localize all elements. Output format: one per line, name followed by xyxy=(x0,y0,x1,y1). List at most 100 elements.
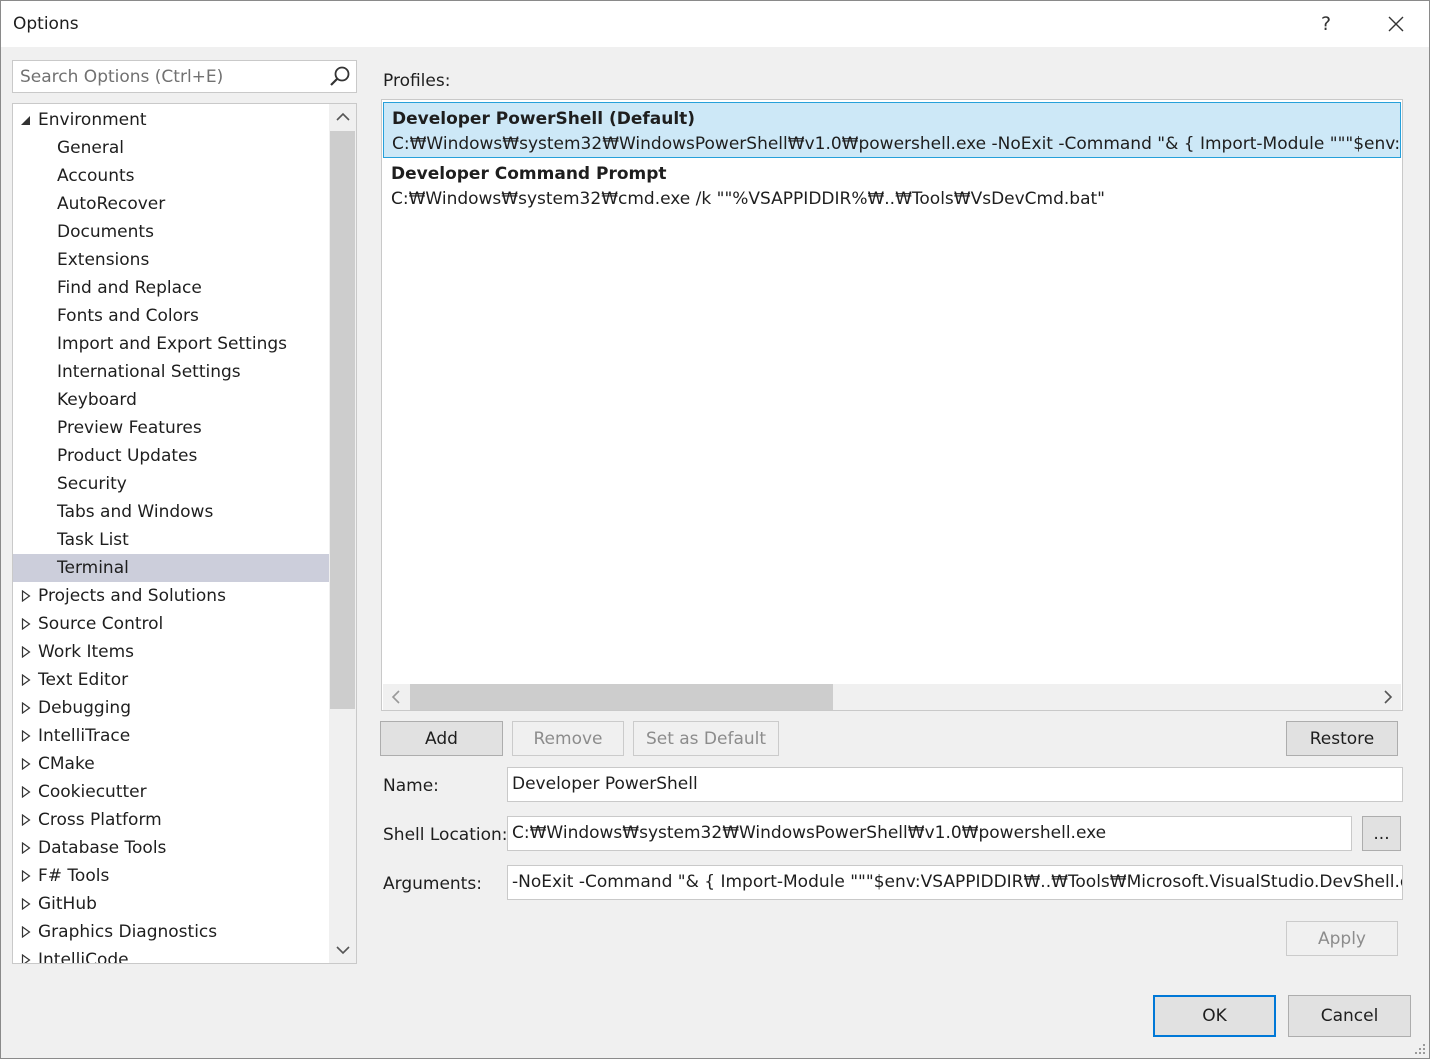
tree-item-graphics-diagnostics[interactable]: Graphics Diagnostics xyxy=(13,918,329,946)
tree-item-environment[interactable]: Environment xyxy=(13,106,329,134)
collapsed-triangle-icon[interactable] xyxy=(21,702,31,714)
profile-name: Developer Command Prompt xyxy=(391,164,667,184)
tree-item-autorecover[interactable]: AutoRecover xyxy=(13,190,329,218)
collapsed-triangle-icon[interactable] xyxy=(21,814,31,826)
tree-item-task-list[interactable]: Task List xyxy=(13,526,329,554)
tree-item-f-tools[interactable]: F# Tools xyxy=(13,862,329,890)
collapsed-triangle-icon[interactable] xyxy=(21,758,31,770)
chevron-right-icon xyxy=(1384,690,1393,704)
tree-item-projects-and-solutions[interactable]: Projects and Solutions xyxy=(13,582,329,610)
arguments-label: Arguments: xyxy=(383,874,482,894)
tree-item-extensions[interactable]: Extensions xyxy=(13,246,329,274)
name-field[interactable]: Developer PowerShell xyxy=(507,767,1403,802)
collapsed-triangle-icon[interactable] xyxy=(21,590,31,602)
expanded-triangle-icon[interactable] xyxy=(21,114,31,126)
window-title: Options xyxy=(13,14,79,34)
tree-item-label: Find and Replace xyxy=(57,278,202,298)
remove-button[interactable]: Remove xyxy=(512,721,624,756)
scroll-down-button[interactable] xyxy=(329,937,356,963)
tree-item-terminal[interactable]: Terminal xyxy=(13,554,329,582)
tree-item-github[interactable]: GitHub xyxy=(13,890,329,918)
profiles-horizontal-scrollbar[interactable] xyxy=(383,684,1401,710)
tree-item-label: Preview Features xyxy=(57,418,202,438)
tree-item-keyboard[interactable]: Keyboard xyxy=(13,386,329,414)
tree-item-cross-platform[interactable]: Cross Platform xyxy=(13,806,329,834)
apply-button[interactable]: Apply xyxy=(1286,921,1398,956)
collapsed-triangle-icon[interactable] xyxy=(21,674,31,686)
scroll-left-button[interactable] xyxy=(383,684,409,710)
collapsed-triangle-icon[interactable] xyxy=(21,954,31,964)
tree-item-text-editor[interactable]: Text Editor xyxy=(13,666,329,694)
profile-command: C:₩Windows₩system32₩WindowsPowerShell₩v1… xyxy=(392,134,1401,154)
chevron-down-icon xyxy=(335,946,350,955)
tree-item-cmake[interactable]: CMake xyxy=(13,750,329,778)
tree-item-label: Product Updates xyxy=(57,446,198,466)
scroll-right-button[interactable] xyxy=(1375,684,1401,710)
tree-item-label: Graphics Diagnostics xyxy=(38,922,218,942)
collapsed-triangle-icon[interactable] xyxy=(21,730,31,742)
collapsed-triangle-icon[interactable] xyxy=(21,842,31,854)
collapsed-triangle-icon[interactable] xyxy=(21,898,31,910)
set-as-default-button[interactable]: Set as Default xyxy=(633,721,779,756)
tree-item-label: F# Tools xyxy=(38,866,110,886)
tree-item-international-settings[interactable]: International Settings xyxy=(13,358,329,386)
profile-item-developer-command-prompt[interactable]: Developer Command Prompt C:₩Windows₩syst… xyxy=(383,158,1401,214)
tree-item-find-and-replace[interactable]: Find and Replace xyxy=(13,274,329,302)
profile-item-developer-powershell[interactable]: Developer PowerShell (Default) C:₩Window… xyxy=(383,102,1401,158)
search-box[interactable] xyxy=(12,60,357,93)
arguments-field[interactable]: -NoExit -Command "& { Import-Module """$… xyxy=(507,865,1403,900)
search-input[interactable] xyxy=(13,61,323,92)
collapsed-triangle-icon[interactable] xyxy=(21,870,31,882)
shell-location-field[interactable]: C:₩Windows₩system32₩WindowsPowerShell₩v1… xyxy=(507,816,1352,851)
tree-item-preview-features[interactable]: Preview Features xyxy=(13,414,329,442)
tree-vertical-scrollbar[interactable] xyxy=(329,104,356,963)
profiles-scroll-thumb[interactable] xyxy=(410,684,833,710)
tree-item-database-tools[interactable]: Database Tools xyxy=(13,834,329,862)
tree-item-tabs-and-windows[interactable]: Tabs and Windows xyxy=(13,498,329,526)
tree-item-label: Projects and Solutions xyxy=(38,586,226,606)
browse-button[interactable]: ... xyxy=(1362,816,1401,851)
tree-item-source-control[interactable]: Source Control xyxy=(13,610,329,638)
tree-item-cookiecutter[interactable]: Cookiecutter xyxy=(13,778,329,806)
tree-item-debugging[interactable]: Debugging xyxy=(13,694,329,722)
tree-item-label: Security xyxy=(57,474,127,494)
tree-item-label: Terminal xyxy=(57,558,129,578)
tree-item-general[interactable]: General xyxy=(13,134,329,162)
tree-item-documents[interactable]: Documents xyxy=(13,218,329,246)
add-button[interactable]: Add xyxy=(380,721,503,756)
tree-item-import-and-export-settings[interactable]: Import and Export Settings xyxy=(13,330,329,358)
collapsed-triangle-icon[interactable] xyxy=(21,618,31,630)
tree-item-work-items[interactable]: Work Items xyxy=(13,638,329,666)
scroll-up-button[interactable] xyxy=(329,104,356,130)
tree-item-label: Extensions xyxy=(57,250,150,270)
help-button[interactable]: ? xyxy=(1295,1,1357,47)
tree-item-accounts[interactable]: Accounts xyxy=(13,162,329,190)
name-label: Name: xyxy=(383,776,439,796)
collapsed-triangle-icon[interactable] xyxy=(21,926,31,938)
tree-item-product-updates[interactable]: Product Updates xyxy=(13,442,329,470)
tree-item-label: Work Items xyxy=(38,642,135,662)
ok-button[interactable]: OK xyxy=(1153,995,1276,1037)
tree-item-intellitrace[interactable]: IntelliTrace xyxy=(13,722,329,750)
restore-button[interactable]: Restore xyxy=(1286,721,1398,756)
tree-item-fonts-and-colors[interactable]: Fonts and Colors xyxy=(13,302,329,330)
tree-item-label: International Settings xyxy=(57,362,241,382)
tree-item-security[interactable]: Security xyxy=(13,470,329,498)
collapsed-triangle-icon[interactable] xyxy=(21,646,31,658)
title-bar: Options ? xyxy=(1,1,1429,47)
tree-item-label: IntelliTrace xyxy=(38,726,131,746)
cancel-button[interactable]: Cancel xyxy=(1288,995,1411,1037)
search-icon[interactable] xyxy=(328,65,352,89)
collapsed-triangle-icon[interactable] xyxy=(21,786,31,798)
tree-list: Environment General Accounts AutoRecover Do… xyxy=(13,106,329,964)
tree-item-label: Accounts xyxy=(57,166,135,186)
tree-scroll-thumb[interactable] xyxy=(330,131,355,709)
tree-item-intellicode[interactable]: IntelliCode xyxy=(13,946,329,964)
options-tree: Environment General Accounts AutoRecover Do… xyxy=(12,103,357,964)
profiles-label: Profiles: xyxy=(383,71,451,91)
resize-grip-icon[interactable] xyxy=(1414,1043,1426,1055)
tree-item-label: IntelliCode xyxy=(38,950,129,964)
close-button[interactable] xyxy=(1365,1,1427,47)
tree-item-label: GitHub xyxy=(38,894,97,914)
options-dialog: Options ? Environment General Accounts Aut… xyxy=(0,0,1430,1059)
